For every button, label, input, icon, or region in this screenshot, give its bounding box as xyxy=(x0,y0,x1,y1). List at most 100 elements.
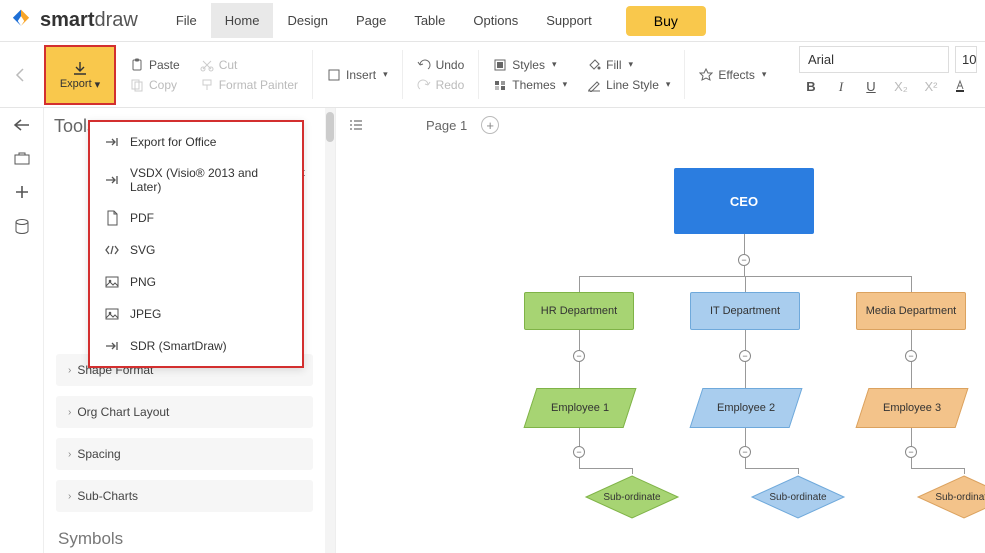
brand-text: smartdraw xyxy=(40,9,138,32)
bold-button[interactable]: B xyxy=(803,79,819,95)
export-svg[interactable]: SVG xyxy=(90,234,302,266)
subscript-button[interactable]: X₂ xyxy=(893,79,909,95)
export-office[interactable]: Export for Office xyxy=(90,126,302,158)
node-subordinate-2[interactable]: Sub-ordinate xyxy=(750,474,846,520)
undo-icon xyxy=(417,58,431,72)
collapse-knob[interactable]: − xyxy=(905,350,917,362)
outline-icon[interactable] xyxy=(348,118,364,132)
copy-button[interactable]: Copy xyxy=(130,78,180,92)
menu-file[interactable]: File xyxy=(162,3,211,38)
node-ceo[interactable]: CEO xyxy=(674,168,814,234)
underline-button[interactable]: U xyxy=(863,79,879,95)
chevron-left-icon xyxy=(15,68,25,82)
text-color-icon xyxy=(953,79,967,93)
database-icon[interactable] xyxy=(14,218,30,236)
node-subordinate-1[interactable]: Sub-ordinate xyxy=(584,474,680,520)
ribbon-collapse[interactable] xyxy=(0,42,40,107)
acc-spacing[interactable]: ›Spacing xyxy=(56,438,313,470)
font-family-select[interactable]: Arial xyxy=(799,46,949,73)
connector xyxy=(745,458,746,468)
left-panel: Tools ▾ Export for Office VSDX (Visio® 2… xyxy=(44,108,336,553)
node-employee-2[interactable]: Employee 2 xyxy=(690,388,803,428)
svg-icon xyxy=(104,242,120,258)
org-chart: − − − − − − − xyxy=(426,156,985,553)
add-page-button[interactable]: + xyxy=(481,116,499,134)
acc-sub-charts[interactable]: ›Sub-Charts xyxy=(56,480,313,512)
ribbon: Export▾ Paste Copy Cut Format Painter In… xyxy=(0,42,985,108)
export-button[interactable]: Export▾ xyxy=(44,45,116,105)
chevron-down-icon: ▾ xyxy=(95,78,101,91)
workspace: Tools ▾ Export for Office VSDX (Visio® 2… xyxy=(0,108,985,553)
styles-icon xyxy=(493,58,507,72)
star-icon xyxy=(699,68,713,82)
export-png[interactable]: PNG xyxy=(90,266,302,298)
node-employee-3[interactable]: Employee 3 xyxy=(856,388,969,428)
fill-button[interactable]: Fill▾ xyxy=(587,58,670,72)
connector xyxy=(911,276,912,292)
office-export-icon xyxy=(104,134,120,150)
pen-icon xyxy=(587,78,601,92)
node-hr-dept[interactable]: HR Department xyxy=(524,292,634,330)
collapse-knob[interactable]: − xyxy=(573,350,585,362)
back-icon[interactable] xyxy=(13,118,31,132)
insert-button[interactable]: Insert▾ xyxy=(327,68,388,82)
superscript-button[interactable]: X² xyxy=(923,79,939,95)
toolbox-icon[interactable] xyxy=(13,150,31,166)
smartdraw-logo-icon xyxy=(8,8,34,34)
collapse-knob[interactable]: − xyxy=(738,254,750,266)
connector xyxy=(579,468,632,469)
effects-button[interactable]: Effects▾ xyxy=(699,68,766,82)
node-it-dept[interactable]: IT Department xyxy=(690,292,800,330)
font-color-button[interactable] xyxy=(953,79,969,95)
collapse-knob[interactable]: − xyxy=(739,446,751,458)
collapse-knob[interactable]: − xyxy=(739,350,751,362)
themes-button[interactable]: Themes▾ xyxy=(493,78,567,92)
menu-page[interactable]: Page xyxy=(342,3,400,38)
scissors-icon xyxy=(200,58,214,72)
canvas-toolbar: Page 1 + xyxy=(336,108,985,142)
font-size-input[interactable]: 10 xyxy=(955,46,977,73)
paste-button[interactable]: Paste xyxy=(130,58,180,72)
menu-table[interactable]: Table xyxy=(400,3,459,38)
sdr-icon xyxy=(104,338,120,354)
canvas[interactable]: Page 1 + − − − − − − xyxy=(336,108,985,553)
export-pdf[interactable]: PDF xyxy=(90,202,302,234)
cut-button[interactable]: Cut xyxy=(200,58,298,72)
collapse-knob[interactable]: − xyxy=(905,446,917,458)
collapse-knob[interactable]: − xyxy=(573,446,585,458)
node-employee-1[interactable]: Employee 1 xyxy=(524,388,637,428)
undo-button[interactable]: Undo xyxy=(417,58,465,72)
menu-design[interactable]: Design xyxy=(273,3,341,38)
node-subordinate-3[interactable]: Sub-ordinate xyxy=(916,474,985,520)
panel-scrollbar[interactable] xyxy=(325,108,335,553)
side-rail xyxy=(0,108,44,553)
top-bar: smartdraw File Home Design Page Table Op… xyxy=(0,0,985,42)
page-tab[interactable]: Page 1 xyxy=(426,118,467,133)
themes-icon xyxy=(493,78,507,92)
menu-support[interactable]: Support xyxy=(532,3,606,38)
connector xyxy=(579,276,580,292)
export-jpeg[interactable]: JPEG xyxy=(90,298,302,330)
connector xyxy=(911,458,912,468)
connector xyxy=(579,458,580,468)
italic-button[interactable]: I xyxy=(833,79,849,95)
main-menu: File Home Design Page Table Options Supp… xyxy=(162,3,606,38)
export-sdr[interactable]: SDR (SmartDraw) xyxy=(90,330,302,362)
export-vsdx[interactable]: VSDX (Visio® 2013 and Later) xyxy=(90,158,302,202)
menu-options[interactable]: Options xyxy=(459,3,532,38)
redo-button[interactable]: Redo xyxy=(417,78,465,92)
acc-org-chart-layout[interactable]: ›Org Chart Layout xyxy=(56,396,313,428)
export-dropdown: Export for Office VSDX (Visio® 2013 and … xyxy=(88,120,304,368)
plus-icon[interactable] xyxy=(14,184,30,200)
pdf-icon xyxy=(104,210,120,226)
styles-button[interactable]: Styles▾ xyxy=(493,58,567,72)
line-style-button[interactable]: Line Style▾ xyxy=(587,78,670,92)
jpeg-icon xyxy=(104,306,120,322)
menu-home[interactable]: Home xyxy=(211,3,274,38)
format-painter-button[interactable]: Format Painter xyxy=(200,78,298,92)
clipboard-icon xyxy=(130,58,144,72)
brush-icon xyxy=(200,78,214,92)
buy-button[interactable]: Buy xyxy=(626,6,706,36)
insert-icon xyxy=(327,68,341,82)
node-media-dept[interactable]: Media Department xyxy=(856,292,966,330)
